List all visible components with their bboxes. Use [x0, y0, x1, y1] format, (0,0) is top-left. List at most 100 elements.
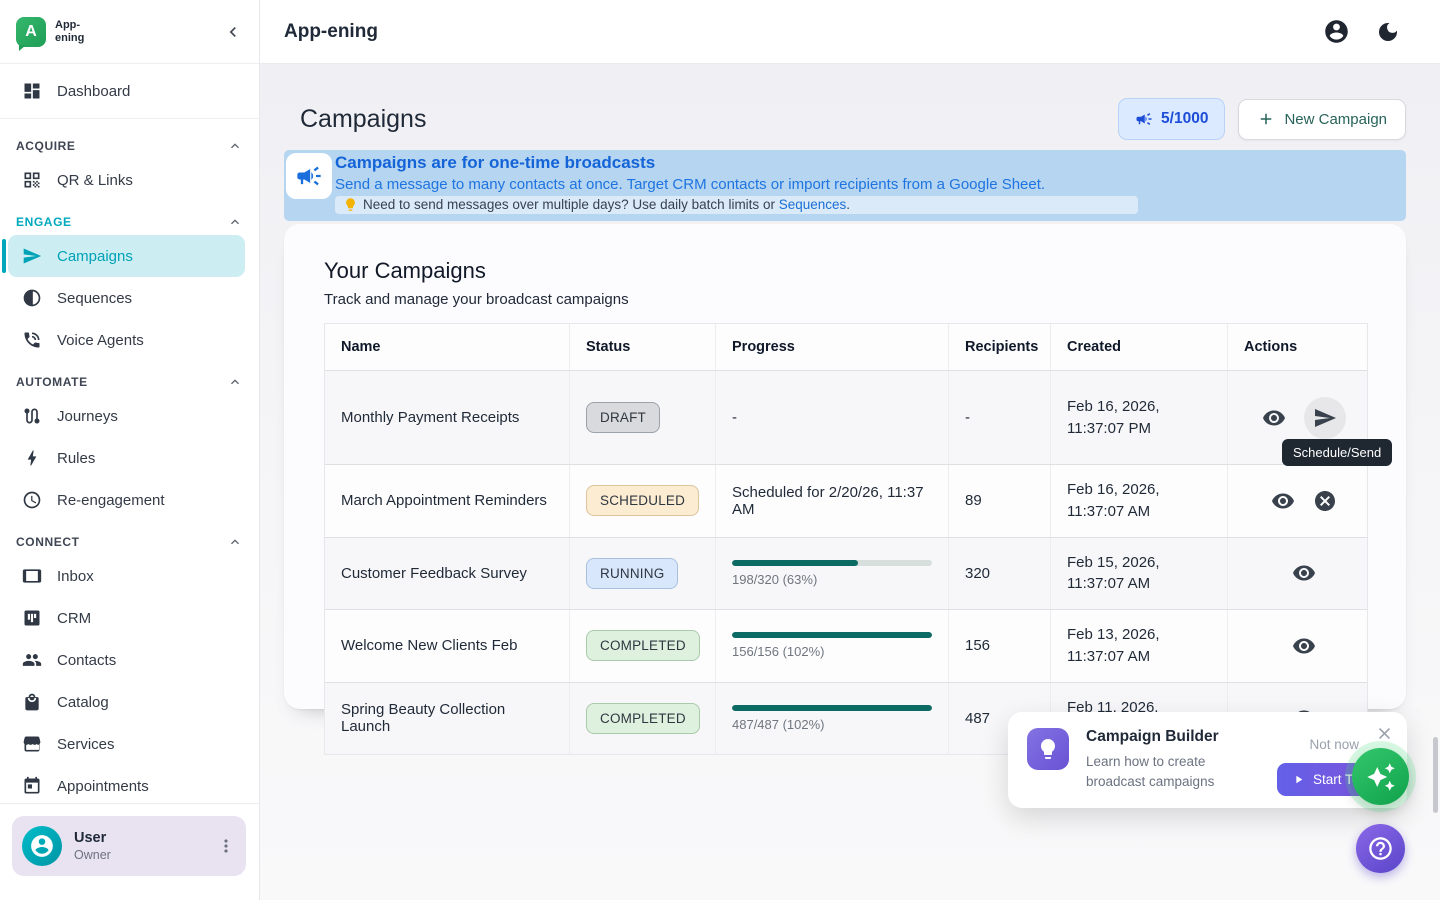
progress-cell: 198/320 (63%) — [715, 538, 948, 610]
campaign-quota-badge[interactable]: 5/1000 — [1118, 98, 1225, 140]
campaigns-card-title: Your Campaigns — [324, 258, 1366, 284]
sidebar-item-qr-links[interactable]: QR & Links — [0, 159, 259, 201]
campaign-name-cell: Monthly Payment Receipts — [325, 371, 569, 464]
campaign-name-cell: Welcome New Clients Feb — [325, 610, 569, 682]
app-logo-letter: A — [25, 23, 37, 41]
dark-mode-moon-icon[interactable] — [1376, 20, 1400, 44]
dashboard-icon — [22, 81, 42, 101]
sidebar-item-appointments[interactable]: Appointments — [0, 765, 259, 803]
play-icon — [1292, 773, 1305, 786]
section-label-acquire[interactable]: ACQUIRE — [0, 125, 259, 159]
bag-icon — [22, 692, 42, 712]
banner-tip: Need to send messages over multiple days… — [335, 196, 1138, 214]
cancel-button[interactable] — [1313, 489, 1337, 513]
kanban-icon — [22, 608, 42, 628]
sidebar-item-services[interactable]: Services — [0, 723, 259, 765]
send-button[interactable] — [1304, 397, 1346, 439]
status-badge: COMPLETED — [586, 630, 700, 661]
cancel-icon — [1313, 489, 1337, 513]
campaign-name-cell: March Appointment Reminders — [325, 465, 569, 537]
megaphone-icon — [295, 162, 323, 190]
not-now-button[interactable]: Not now — [1309, 737, 1359, 752]
view-button[interactable] — [1292, 561, 1316, 585]
sidebar-item-label: Services — [57, 736, 115, 753]
user-card[interactable]: User Owner — [12, 816, 246, 876]
popup-title: Campaign Builder — [1086, 728, 1219, 746]
topbar-icons — [1323, 18, 1400, 45]
sequences-link[interactable]: Sequences — [779, 197, 847, 212]
status-cell: COMPLETED — [569, 683, 715, 755]
progress-cell: 156/156 (102%) — [715, 610, 948, 682]
sidebar-item-crm[interactable]: CRM — [0, 597, 259, 639]
section-label-text: AUTOMATE — [16, 375, 88, 389]
user-role: Owner — [74, 848, 111, 862]
banner-text: Campaigns are for one-time broadcasts Se… — [335, 150, 1138, 221]
lightbulb-badge — [1027, 728, 1069, 770]
close-icon[interactable] — [1375, 724, 1394, 746]
section-label-automate[interactable]: AUTOMATE — [0, 361, 259, 395]
campaigns-card-subtitle: Track and manage your broadcast campaign… — [324, 291, 1366, 308]
chevron-up-icon — [227, 534, 243, 550]
topbar-title: App-ening — [284, 21, 378, 43]
column-header: Progress — [715, 324, 948, 370]
sidebar-item-contacts[interactable]: Contacts — [0, 639, 259, 681]
new-campaign-button[interactable]: New Campaign — [1238, 99, 1406, 140]
created-cell: Feb 16, 2026,11:37:07 AM — [1050, 465, 1227, 537]
megaphone-icon — [1135, 110, 1153, 128]
sidebar-item-inbox[interactable]: Inbox — [0, 555, 259, 597]
help-fab[interactable] — [1356, 824, 1405, 873]
user-name: User — [74, 830, 111, 846]
column-header: Name — [325, 324, 569, 370]
page-title: Campaigns — [300, 105, 426, 134]
view-button[interactable] — [1262, 406, 1286, 430]
banner-tip-text: Need to send messages over multiple days… — [363, 197, 850, 212]
lightbulb-icon — [1036, 737, 1060, 761]
route-icon — [22, 406, 42, 426]
sidebar-item-label: Inbox — [57, 568, 94, 585]
sidebar-item-voice-agents[interactable]: Voice Agents — [0, 319, 259, 361]
sidebar-item-label: Voice Agents — [57, 332, 144, 349]
sidebar-item-dashboard[interactable]: Dashboard — [0, 70, 259, 112]
status-cell: DRAFT — [569, 371, 715, 464]
sidebar-item-catalog[interactable]: Catalog — [0, 681, 259, 723]
sidebar-item-journeys[interactable]: Journeys — [0, 395, 259, 437]
popup-body: Learn how to create broadcast campaigns — [1086, 752, 1256, 791]
status-badge: COMPLETED — [586, 703, 700, 734]
sidebar-item-label: Dashboard — [57, 83, 130, 100]
info-banner: Campaigns are for one-time broadcasts Se… — [284, 150, 1406, 221]
sidebar-item-re-engagement[interactable]: Re-engagement — [0, 479, 259, 521]
account-icon[interactable] — [1323, 18, 1350, 45]
column-header: Status — [569, 324, 715, 370]
sidebar-item-rules[interactable]: Rules — [0, 437, 259, 479]
sidebar-item-label: Rules — [57, 450, 95, 467]
voice-icon — [22, 330, 42, 350]
sidebar-item-label: Re-engagement — [57, 492, 165, 509]
eye-icon — [1271, 489, 1295, 513]
section-label-engage[interactable]: ENGAGE — [0, 201, 259, 235]
actions-cell: Schedule/Send — [1227, 371, 1369, 464]
scrollbar-thumb[interactable] — [1433, 737, 1438, 813]
sidebar-item-campaigns[interactable]: Campaigns — [8, 235, 245, 277]
sidebar-item-sequences[interactable]: Sequences — [0, 277, 259, 319]
view-button[interactable] — [1292, 634, 1316, 658]
banner-tip-suffix: . — [846, 197, 850, 212]
sidebar-nav: Dashboard ACQUIREQR & LinksENGAGECampaign… — [0, 64, 259, 803]
plus-icon — [1257, 110, 1275, 128]
actions-cell — [1227, 610, 1369, 682]
user-menu-dots-icon[interactable] — [216, 836, 236, 856]
table-row: Customer Feedback SurveyRUNNING198/320 (… — [325, 537, 1367, 610]
status-cell: RUNNING — [569, 538, 715, 610]
send-icon — [1313, 406, 1337, 430]
eye-icon — [1292, 561, 1316, 585]
campaign-name-cell: Spring Beauty Collection Launch — [325, 683, 569, 755]
people-icon — [22, 650, 42, 670]
recipients-cell: - — [948, 371, 1050, 464]
sidebar-collapse-chevron-icon[interactable] — [223, 22, 243, 42]
progress-label: 156/156 (102%) — [732, 644, 825, 659]
sidebar-item-label: Journeys — [57, 408, 118, 425]
view-button[interactable] — [1271, 489, 1295, 513]
section-label-connect[interactable]: CONNECT — [0, 521, 259, 555]
status-cell: SCHEDULED — [569, 465, 715, 537]
banner-tip-prefix: Need to send messages over multiple days… — [363, 197, 779, 212]
ai-assistant-fab[interactable] — [1352, 748, 1409, 805]
